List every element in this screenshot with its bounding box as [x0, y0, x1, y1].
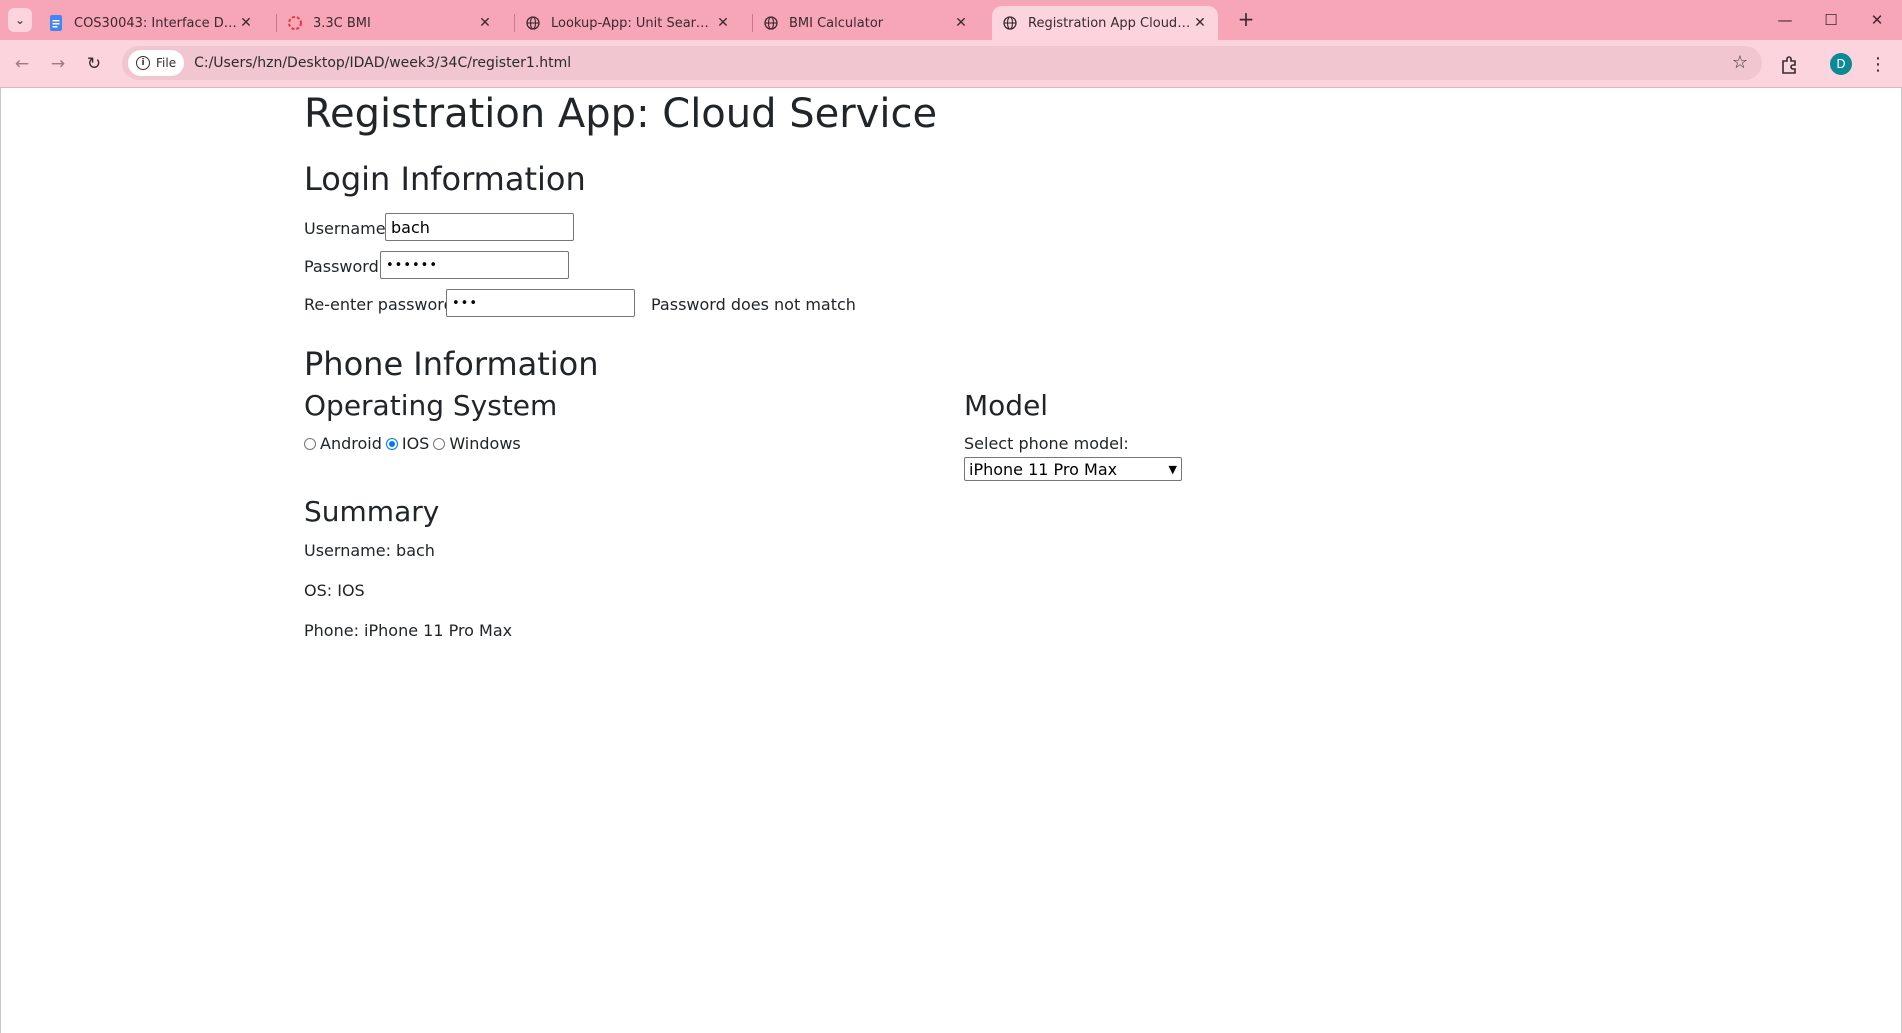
windows-label: Windows	[449, 434, 521, 453]
close-tab-icon[interactable]: ✕	[715, 15, 731, 31]
plus-icon: +	[1237, 7, 1255, 31]
page-viewport: Registration App: Cloud Service Login In…	[0, 88, 1902, 1033]
new-tab-button[interactable]: +	[1234, 8, 1258, 32]
menu-button[interactable]: ⋮	[1868, 50, 1888, 78]
password-label: Password:	[304, 257, 385, 276]
summary-heading: Summary	[304, 495, 440, 528]
username-input[interactable]: bach	[385, 213, 574, 241]
summary-username: Username: bach	[304, 541, 435, 560]
tab-3-3c-bmi[interactable]: 3.3C BMI ✕	[277, 6, 503, 40]
ios-label: IOS	[401, 434, 430, 453]
back-button[interactable]: ←	[8, 50, 36, 78]
close-window-button[interactable]: ✕	[1854, 0, 1900, 40]
url-text[interactable]: C:/Users/hzn/Desktop/IDAD/week3/34C/regi…	[194, 55, 571, 71]
tab-search-button[interactable]: ⌄	[8, 8, 32, 32]
extensions-button[interactable]	[1776, 52, 1802, 78]
tab-title: Registration App Cloud Service	[1028, 15, 1192, 31]
summary-os: OS: IOS	[304, 581, 365, 600]
tab-title: BMI Calculator	[789, 15, 884, 31]
os-option-android[interactable]: Android	[304, 434, 382, 453]
tab-bmi-calculator[interactable]: BMI Calculator ✕	[753, 6, 979, 40]
globe-icon	[1002, 15, 1018, 31]
ios-radio[interactable]	[385, 437, 398, 450]
close-icon: ✕	[1870, 11, 1884, 29]
reload-icon: ↻	[86, 54, 102, 74]
model-label: Select phone model:	[964, 434, 1129, 453]
os-option-ios[interactable]: IOS	[385, 434, 430, 453]
username-label: Username:	[304, 219, 391, 238]
reenter-password-label: Re-enter password:	[304, 295, 460, 314]
loading-ring-icon	[287, 15, 303, 31]
address-bar[interactable]: i File C:/Users/hzn/Desktop/IDAD/week3/3…	[122, 46, 1762, 80]
model-heading: Model	[964, 389, 1049, 422]
chevron-down-icon: ⌄	[14, 13, 26, 27]
summary-phone: Phone: iPhone 11 Pro Max	[304, 621, 513, 640]
tab-title: 3.3C BMI	[313, 15, 371, 31]
password-input[interactable]: ••••••	[380, 251, 569, 279]
site-info-chip[interactable]: i File	[128, 50, 185, 76]
profile-avatar[interactable]: D	[1830, 53, 1852, 75]
os-option-windows[interactable]: Windows	[433, 434, 521, 453]
browser-toolbar: ← → ↻ i File C:/Users/hzn/Desktop/IDAD/w…	[0, 40, 1902, 88]
close-tab-icon[interactable]: ✕	[477, 15, 493, 31]
login-heading: Login Information	[304, 160, 586, 198]
page-title: Registration App: Cloud Service	[304, 91, 938, 137]
phone-model-select[interactable]: iPhone 11 Pro Max ▼	[964, 457, 1182, 481]
maximize-icon: ☐	[1824, 11, 1838, 29]
close-tab-icon[interactable]: ✕	[238, 15, 254, 31]
forward-button[interactable]: →	[44, 50, 72, 78]
puzzle-icon	[1782, 56, 1796, 74]
password-mismatch-message: Password does not match	[651, 295, 856, 314]
tab-registration-app[interactable]: Registration App Cloud Service ✕	[992, 6, 1218, 40]
reload-button[interactable]: ↻	[80, 50, 108, 78]
os-radio-group: Android IOS Windows	[304, 434, 525, 453]
os-heading: Operating System	[304, 389, 558, 422]
selected-model: iPhone 11 Pro Max	[969, 459, 1118, 479]
minimize-button[interactable]: —	[1762, 0, 1808, 40]
globe-icon	[525, 15, 541, 31]
reenter-password-input[interactable]: •••	[446, 289, 635, 317]
close-tab-icon[interactable]: ✕	[1192, 15, 1208, 31]
tab-cos30043[interactable]: COS30043: Interface Design and ✕	[38, 6, 264, 40]
windows-radio[interactable]	[433, 437, 446, 450]
tab-title: COS30043: Interface Design and	[74, 15, 238, 31]
chevron-down-icon: ▼	[1168, 462, 1177, 476]
docs-icon	[48, 15, 64, 31]
info-icon: i	[136, 56, 150, 70]
file-chip-label: File	[156, 56, 177, 70]
globe-icon	[763, 15, 779, 31]
arrow-right-icon: →	[50, 54, 66, 74]
phone-heading: Phone Information	[304, 345, 599, 383]
close-tab-icon[interactable]: ✕	[953, 15, 969, 31]
android-label: Android	[320, 434, 382, 453]
minimize-icon: —	[1777, 11, 1793, 29]
tab-lookup-app[interactable]: Lookup-App: Unit Search Filter ✕	[515, 6, 741, 40]
arrow-left-icon: ←	[14, 54, 30, 74]
tab-strip: ⌄ COS30043: Interface Design and ✕ 3.3C …	[0, 0, 1902, 40]
kebab-menu-icon: ⋮	[1869, 53, 1887, 75]
bookmark-star-icon[interactable]: ☆	[1732, 52, 1748, 73]
tab-title: Lookup-App: Unit Search Filter	[551, 15, 715, 31]
maximize-button[interactable]: ☐	[1808, 0, 1854, 40]
android-radio[interactable]	[304, 437, 316, 450]
